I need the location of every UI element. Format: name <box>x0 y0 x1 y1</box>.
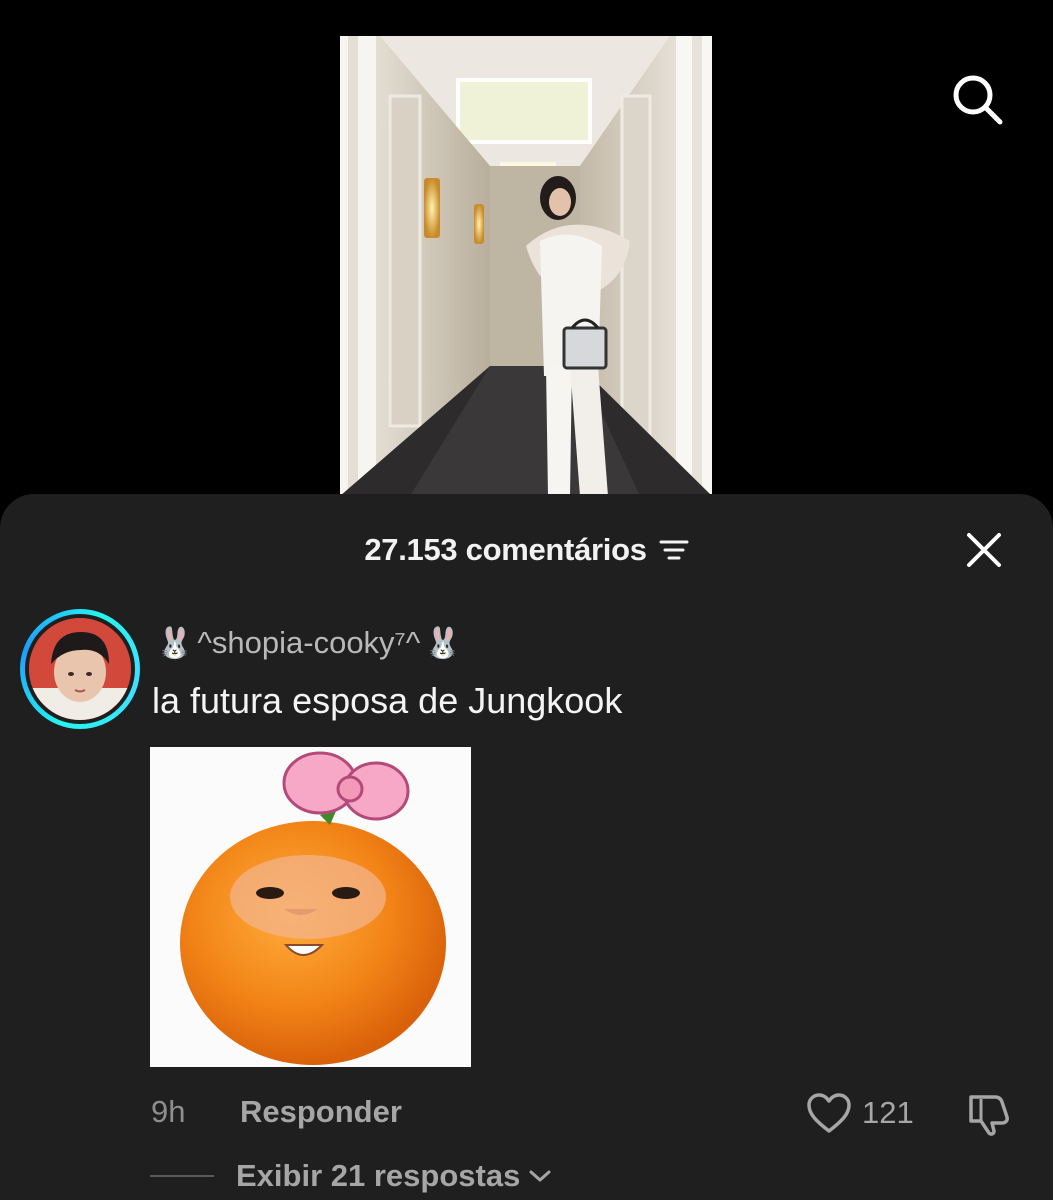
like-button[interactable]: 121 <box>806 1092 914 1134</box>
comments-sheet: 27.153 comentários 🐰 ^shopia-cooky⁷^ 🐰 l… <box>0 494 1053 1200</box>
replies-divider <box>150 1175 214 1177</box>
comments-count: 27.153 comentários <box>364 532 647 567</box>
bunny-emoji-icon: 🐰 <box>424 626 462 660</box>
thumbs-down-icon <box>969 1095 1009 1136</box>
chevron-down-icon <box>528 1168 552 1184</box>
dislike-button[interactable] <box>962 1092 1014 1138</box>
close-button[interactable] <box>960 526 1008 574</box>
view-replies-label: Exibir 21 respostas <box>236 1158 521 1193</box>
comment-sticker-image[interactable] <box>150 747 471 1067</box>
heart-outline-icon <box>807 1093 851 1133</box>
view-replies-button[interactable]: Exibir 21 respostas <box>150 1158 552 1194</box>
avatar-image <box>29 618 131 720</box>
hallway-photo <box>340 36 712 496</box>
filter-lines-icon[interactable] <box>659 538 689 562</box>
avatar[interactable] <box>20 609 140 729</box>
comment-username[interactable]: 🐰 ^shopia-cooky⁷^ 🐰 <box>152 621 466 665</box>
like-count: 121 <box>862 1095 914 1130</box>
username-text: ^shopia-cooky⁷^ <box>197 625 421 660</box>
video-preview[interactable] <box>340 36 712 496</box>
search-icon <box>953 75 1003 125</box>
comments-header: 27.153 comentários <box>0 524 1053 576</box>
search-button[interactable] <box>944 66 1010 132</box>
bunny-emoji-icon: 🐰 <box>156 626 194 660</box>
close-icon <box>967 533 1001 567</box>
comment-timestamp: 9h <box>151 1094 186 1129</box>
reply-button[interactable]: Responder <box>240 1094 402 1130</box>
comment-text: la futura esposa de Jungkook <box>152 680 623 721</box>
